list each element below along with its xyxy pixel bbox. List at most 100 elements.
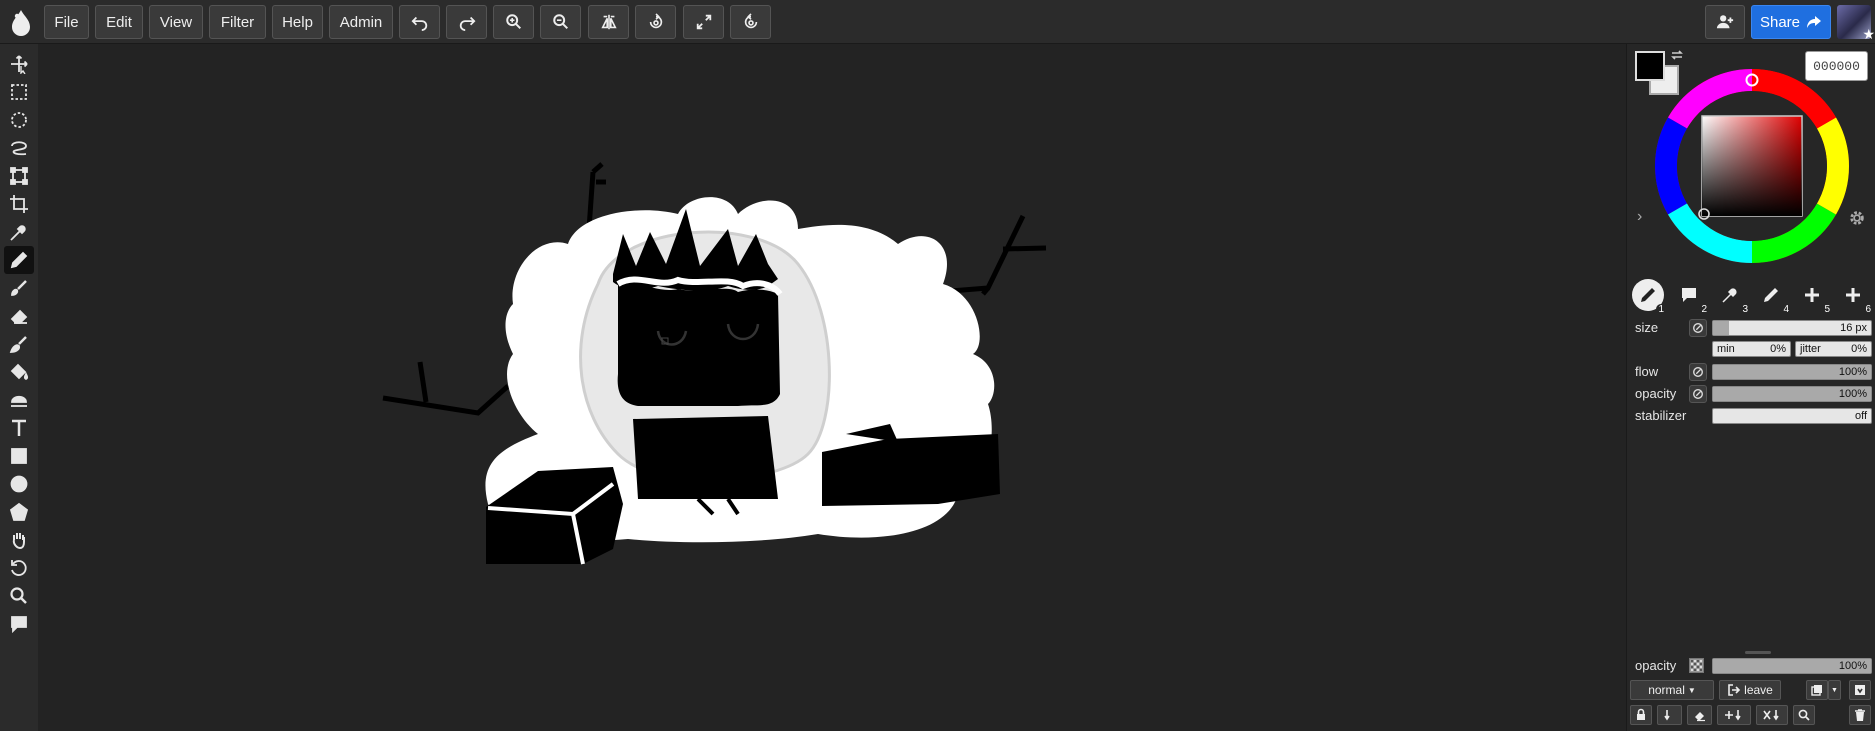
merge-layer-button[interactable] — [1849, 680, 1871, 700]
size-pressure-toggle[interactable] — [1689, 319, 1707, 337]
tool-comment[interactable] — [4, 610, 34, 638]
tool-smudge[interactable] — [4, 330, 34, 358]
tool-rectangle[interactable] — [4, 442, 34, 470]
size-slider[interactable]: 16 px — [1712, 320, 1872, 336]
tool-ellipse[interactable] — [4, 470, 34, 498]
flow-pressure-toggle[interactable] — [1689, 363, 1707, 381]
jitter-label: jitter — [1800, 343, 1821, 355]
delete-merge-button[interactable] — [1756, 705, 1788, 725]
app-window: File Edit View Filter Help Admin Share ★… — [0, 0, 1875, 731]
min-size-slider[interactable]: min 0% — [1712, 341, 1791, 357]
tool-gradient[interactable] — [4, 386, 34, 414]
eyedropper-icon — [1722, 288, 1737, 303]
tool-crop[interactable] — [4, 190, 34, 218]
opacity-pressure-toggle[interactable] — [1689, 385, 1707, 403]
invite-user-button[interactable] — [1705, 5, 1745, 39]
menu-file[interactable]: File — [44, 5, 89, 39]
swap-colors-icon[interactable] — [1669, 47, 1685, 63]
tool-transform[interactable] — [4, 162, 34, 190]
min-label: min — [1717, 343, 1735, 355]
leave-button[interactable]: leave — [1719, 680, 1781, 700]
min-value: 0% — [1770, 343, 1786, 355]
size-label: size — [1635, 320, 1659, 335]
flow-label: flow — [1635, 364, 1659, 379]
zoom-out-icon — [552, 14, 568, 30]
menu-filter[interactable]: Filter — [209, 5, 266, 39]
tool-pen[interactable] — [4, 246, 34, 274]
panel-resize-handle[interactable] — [1745, 651, 1771, 654]
tool-ellipse-select[interactable] — [4, 106, 34, 134]
rotate-view-button[interactable] — [635, 5, 676, 39]
brush-slot-6[interactable]: 6 — [1837, 279, 1871, 315]
share-arrow-icon — [1807, 16, 1822, 28]
opacity-slider[interactable]: 100% — [1712, 386, 1872, 402]
top-bar: File Edit View Filter Help Admin Share ★ — [0, 0, 1875, 44]
hand-icon — [12, 533, 25, 550]
flow-slider[interactable]: 100% — [1712, 364, 1872, 380]
tool-rect-select[interactable] — [4, 78, 34, 106]
add-layer-button[interactable] — [1717, 705, 1751, 725]
layer-menu-button[interactable]: ▼ — [1828, 680, 1841, 700]
duplicate-layer-button[interactable] — [1806, 680, 1828, 700]
lock-icon — [1637, 708, 1645, 720]
tool-move[interactable] — [4, 50, 34, 78]
menu-edit[interactable]: Edit — [95, 5, 143, 39]
artwork — [382, 162, 1047, 565]
search-icon — [1798, 709, 1810, 721]
crop-icon — [10, 195, 28, 213]
menu-view[interactable]: View — [149, 5, 203, 39]
share-button[interactable]: Share — [1751, 5, 1831, 39]
tool-rotate[interactable] — [4, 554, 34, 582]
jitter-slider[interactable]: jitter 0% — [1795, 341, 1872, 357]
lock-layer-button[interactable] — [1630, 705, 1652, 725]
reset-view-button[interactable] — [730, 5, 771, 39]
layer-opacity-slider[interactable]: 100% — [1712, 658, 1872, 674]
tool-hand[interactable] — [4, 526, 34, 554]
delete-layer-button[interactable] — [1849, 705, 1871, 725]
transparency-icon — [1689, 658, 1704, 673]
clip-layer-button[interactable] — [1657, 705, 1682, 725]
brush-slot-5[interactable]: 5 — [1796, 279, 1830, 315]
leave-icon — [1728, 684, 1741, 696]
brush-slot-4[interactable]: 4 — [1755, 279, 1789, 315]
brush-icon — [11, 280, 27, 296]
color-wheel[interactable] — [1654, 68, 1850, 264]
clear-layer-button[interactable] — [1687, 705, 1712, 725]
tool-lasso[interactable] — [4, 134, 34, 162]
stabilizer-slider[interactable]: off — [1712, 408, 1872, 424]
drawing-canvas[interactable] — [38, 44, 1626, 731]
app-logo-icon[interactable] — [4, 4, 38, 40]
right-panel: › 1 2 3 4 5 6 size — [1626, 44, 1875, 731]
tool-fill[interactable] — [4, 358, 34, 386]
brush-slot-1[interactable]: 1 — [1632, 279, 1666, 315]
redo-button[interactable] — [446, 5, 487, 39]
tool-eraser[interactable] — [4, 302, 34, 330]
tool-shape[interactable] — [4, 498, 34, 526]
move-icon — [11, 55, 28, 74]
undo-button[interactable] — [399, 5, 440, 39]
tool-eyedropper[interactable] — [4, 218, 34, 246]
star-icon: ★ — [1862, 26, 1875, 42]
tool-brush[interactable] — [4, 274, 34, 302]
gear-icon[interactable] — [1848, 209, 1866, 227]
fullscreen-button[interactable] — [683, 5, 724, 39]
menu-help[interactable]: Help — [272, 5, 323, 39]
primary-color-swatch[interactable] — [1635, 51, 1665, 81]
trash-icon — [1855, 709, 1865, 721]
menu-admin[interactable]: Admin — [329, 5, 393, 39]
brush-slot-2[interactable]: 2 — [1673, 279, 1707, 315]
zoom-out-button[interactable] — [540, 5, 581, 39]
tool-zoom[interactable] — [4, 582, 34, 610]
flip-button[interactable] — [588, 5, 629, 39]
tool-bar — [0, 44, 38, 731]
gradient-icon — [11, 395, 27, 407]
search-layer-button[interactable] — [1793, 705, 1815, 725]
brush-slot-3[interactable]: 3 — [1714, 279, 1748, 315]
blend-mode-select[interactable]: normal ▼ — [1630, 680, 1714, 700]
tool-text[interactable] — [4, 414, 34, 442]
zoom-in-button[interactable] — [493, 5, 534, 39]
slot-number: 3 — [1742, 304, 1748, 315]
x-merge-icon — [1763, 710, 1779, 721]
expand-panel-icon[interactable]: › — [1637, 208, 1642, 226]
user-avatar[interactable]: ★ — [1837, 5, 1875, 42]
